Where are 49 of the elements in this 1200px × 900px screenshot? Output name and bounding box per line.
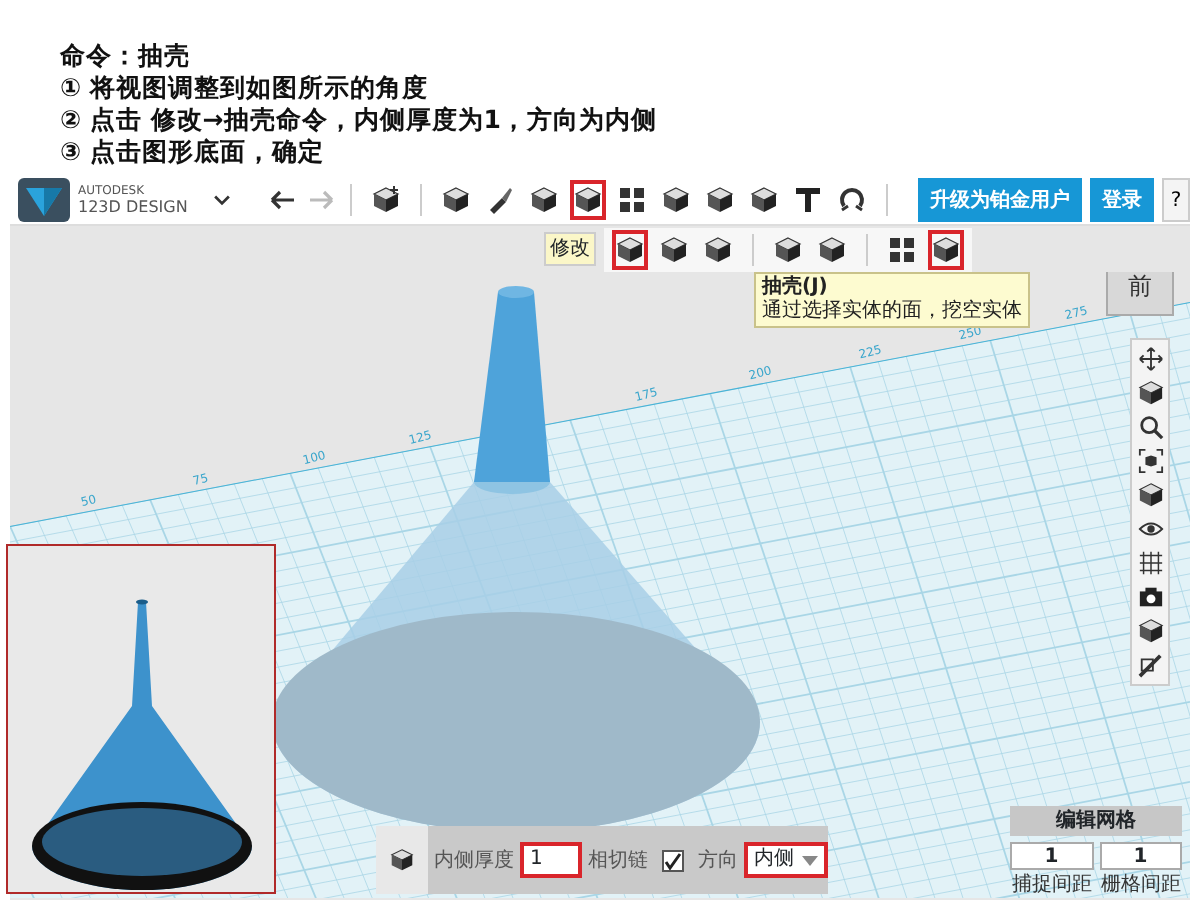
instruction-step: ③ 点击图形底面，确定: [60, 136, 1200, 168]
grid-icon[interactable]: [1137, 550, 1163, 576]
modify-tooltip: 修改: [544, 232, 596, 266]
tooltip-title: 抽壳(J): [762, 276, 830, 299]
magnet-icon[interactable]: [838, 186, 866, 214]
instruction-title: 命令：抽壳: [60, 40, 192, 72]
cube-icon[interactable]: [442, 186, 470, 214]
tangent-chain-label: 相切链: [588, 847, 648, 875]
grid-value-field[interactable]: 1: [1099, 842, 1182, 870]
product-name: 123D DESIGN: [78, 198, 190, 216]
tooltip-text: 通过选择实体的面，挖空实体: [762, 300, 1022, 324]
cube-plus-icon[interactable]: [372, 186, 400, 214]
brush-icon[interactable]: [486, 186, 514, 214]
help-button[interactable]: ?: [1162, 178, 1190, 222]
fit-view-icon[interactable]: [1137, 448, 1163, 474]
grid-field-label: 栅格间距: [1099, 871, 1182, 900]
cube-icon[interactable]: [888, 235, 916, 263]
cube-icon[interactable]: [1137, 482, 1163, 508]
app-logo-icon: [18, 178, 70, 222]
edit-grid-title: 编辑网格: [1010, 806, 1182, 836]
cube-icon[interactable]: [530, 186, 558, 214]
cube-icon[interactable]: [706, 186, 734, 214]
cube-icon: [390, 848, 414, 872]
camera-icon[interactable]: [1137, 584, 1163, 610]
instruction-step: ② 点击 修改→抽壳命令，内侧厚度为1，方向为内侧: [60, 104, 1200, 136]
cube-icon[interactable]: [616, 235, 644, 263]
grid-field-label: 捕捉间距: [1010, 871, 1093, 900]
view-cube[interactable]: 前: [1106, 272, 1174, 316]
letter-t-icon[interactable]: [794, 186, 822, 214]
cube-icon[interactable]: [662, 186, 690, 214]
dots-icon[interactable]: [618, 186, 646, 214]
direction-label: 方向: [698, 847, 738, 875]
zoom-icon[interactable]: [1137, 414, 1163, 440]
undo-icon[interactable]: [270, 186, 298, 214]
cube-icon[interactable]: [818, 235, 846, 263]
cube-icon[interactable]: [932, 235, 960, 263]
direction-select[interactable]: 内侧: [744, 842, 828, 878]
cube-icon[interactable]: [750, 186, 778, 214]
instruction-step: ① 将视图调整到如图所示的角度: [60, 72, 1200, 104]
thickness-label: 内侧厚度: [434, 847, 514, 875]
cube-icon[interactable]: [704, 235, 732, 263]
cube-icon[interactable]: [1137, 618, 1163, 644]
cube-icon[interactable]: [574, 186, 602, 214]
tangent-chain-checkbox[interactable]: [662, 849, 684, 871]
grid-value-field[interactable]: 1: [1010, 842, 1093, 870]
cube-icon[interactable]: [660, 235, 688, 263]
thickness-field[interactable]: 1: [520, 842, 582, 878]
cube-icon[interactable]: [774, 235, 802, 263]
move-icon[interactable]: [1137, 346, 1163, 372]
